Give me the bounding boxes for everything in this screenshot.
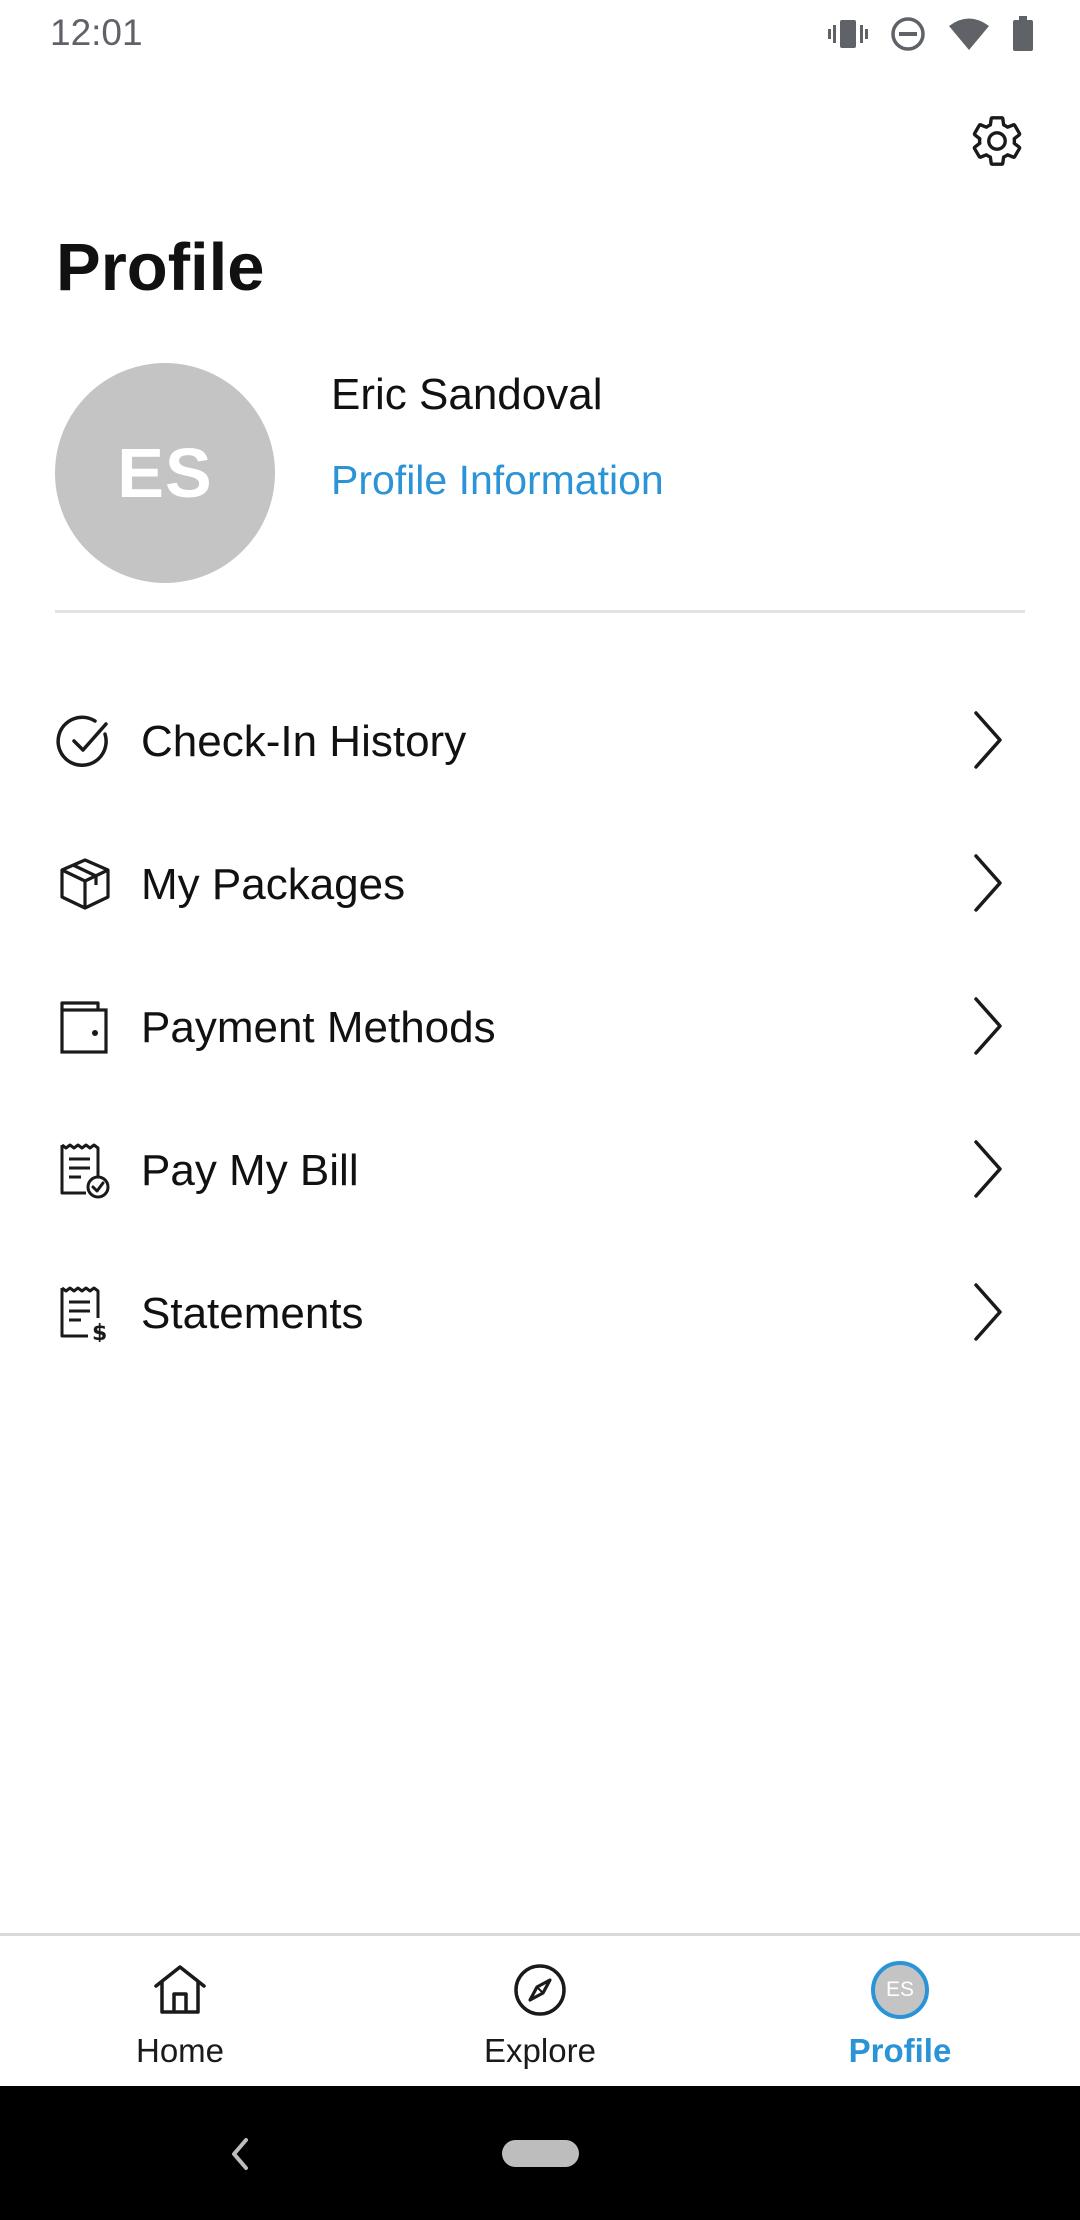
home-gesture-pill[interactable]: [502, 2140, 579, 2167]
menu-item-statements[interactable]: $ Statements: [0, 1242, 1080, 1385]
menu-item-label: Payment Methods: [141, 1003, 496, 1052]
profile-menu: Check-In History My Packages Payment Met…: [0, 670, 1080, 1385]
menu-item-label: Check-In History: [141, 717, 467, 766]
vibrate-icon: [828, 17, 868, 51]
svg-text:$: $: [92, 1321, 107, 1342]
bottom-nav: Home Explore ES Profile: [0, 1933, 1080, 2089]
menu-item-label: Pay My Bill: [141, 1146, 359, 1195]
nav-label: Profile: [848, 2032, 952, 2069]
nav-item-profile[interactable]: ES Profile: [720, 1936, 1080, 2089]
do-not-disturb-icon: [890, 16, 926, 52]
compass-icon: [508, 1958, 572, 2022]
user-name: Eric Sandoval: [331, 370, 603, 419]
system-nav-bar: [0, 2086, 1080, 2220]
menu-item-pay-my-bill[interactable]: Pay My Bill: [0, 1099, 1080, 1242]
chevron-right-icon: [968, 851, 1008, 915]
avatar: ES: [55, 363, 275, 583]
nav-label: Explore: [484, 2032, 596, 2069]
package-box-icon: [56, 855, 114, 913]
nav-label: Home: [135, 2032, 225, 2069]
menu-item-my-packages[interactable]: My Packages: [0, 813, 1080, 956]
menu-item-label: Statements: [141, 1289, 364, 1338]
status-time: 12:01: [50, 12, 143, 53]
gear-icon: [968, 112, 1026, 175]
profile-information-link[interactable]: Profile Information: [331, 454, 664, 506]
statement-dollar-icon: $: [56, 1284, 114, 1342]
settings-button[interactable]: [964, 110, 1030, 176]
back-icon[interactable]: [222, 2134, 258, 2174]
chevron-right-icon: [968, 1137, 1008, 1201]
divider: [55, 610, 1025, 613]
page-title: Profile: [56, 230, 265, 305]
menu-item-check-in-history[interactable]: Check-In History: [0, 670, 1080, 813]
wallet-icon: [56, 998, 114, 1056]
wifi-icon: [948, 17, 990, 51]
battery-icon: [1012, 16, 1034, 52]
status-icons: [828, 14, 1034, 54]
check-circle-icon: [56, 712, 114, 770]
chevron-right-icon: [968, 708, 1008, 772]
home-icon: [148, 1958, 212, 2022]
bill-check-icon: [56, 1141, 114, 1199]
status-bar: 12:01: [0, 0, 1080, 66]
menu-item-label: My Packages: [141, 860, 406, 909]
chevron-right-icon: [968, 994, 1008, 1058]
nav-item-explore[interactable]: Explore: [360, 1936, 720, 2089]
menu-item-payment-methods[interactable]: Payment Methods: [0, 956, 1080, 1099]
nav-avatar-initials: ES: [871, 1961, 929, 2019]
chevron-right-icon: [968, 1280, 1008, 1344]
avatar: ES: [868, 1958, 932, 2022]
nav-item-home[interactable]: Home: [0, 1936, 360, 2089]
